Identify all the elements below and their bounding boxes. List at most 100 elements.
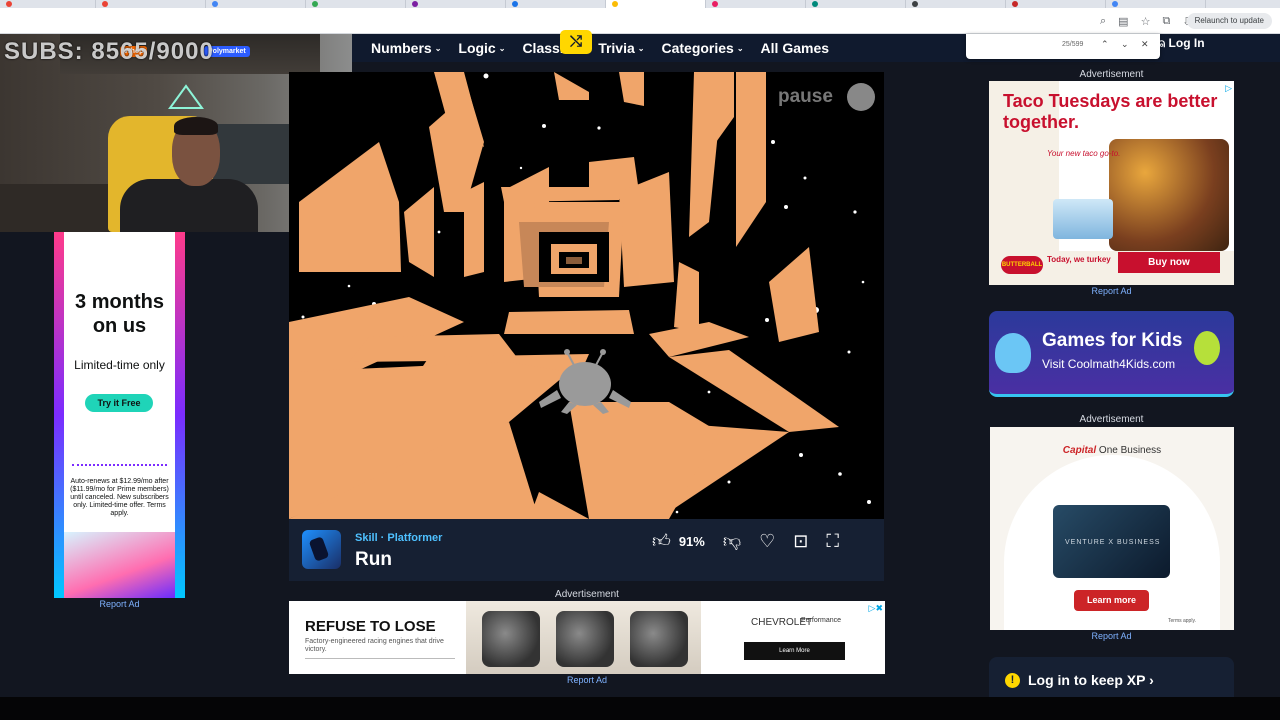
run-tunnel-scene xyxy=(289,72,884,519)
nav-label: Numbers xyxy=(371,40,432,56)
like-percentage: 91% xyxy=(678,533,705,549)
chevron-down-icon: ⌄ xyxy=(637,44,645,53)
reader-icon[interactable]: ▤ xyxy=(1118,15,1128,28)
ad-headline: 3 months on us xyxy=(75,291,164,337)
ad-fine-print: Auto-renews at $12.99/mo after ($11.99/m… xyxy=(70,478,169,517)
chevron-right-icon: › xyxy=(1149,672,1154,688)
keep-xp-text: Log in to keep XP › xyxy=(1028,672,1154,688)
game-title: Run xyxy=(355,549,392,570)
find-count: 25/599 xyxy=(1062,41,1084,48)
ad-headline: Taco Tuesdays are better together. xyxy=(1003,91,1218,132)
fullscreen-icon[interactable]: ⛶ xyxy=(826,531,839,552)
taco-photo xyxy=(1109,139,1229,251)
login-button[interactable]: ⍝ Log In xyxy=(1158,36,1205,51)
try-it-free-button[interactable]: Try it Free xyxy=(85,394,153,412)
terms-text: Terms apply. xyxy=(1168,618,1196,624)
chevron-down-icon: ⌄ xyxy=(736,44,744,53)
browser-tab[interactable] xyxy=(0,0,96,8)
shuffle-icon: ⤭ xyxy=(569,33,582,50)
report-ad-link[interactable]: Report Ad xyxy=(289,675,885,685)
adchoices-icon[interactable]: ▷ xyxy=(1225,83,1232,94)
thumbs-up-icon[interactable]: 👍︎ xyxy=(652,530,671,552)
learn-more-button[interactable]: Learn more xyxy=(1074,590,1149,611)
nav-label: Trivia xyxy=(598,40,635,56)
zoom-icon[interactable]: ⌕ xyxy=(1100,15,1106,28)
adchoices-icon[interactable]: ▷✖ xyxy=(869,603,883,614)
nav-trivia[interactable]: Trivia ⌄ xyxy=(598,40,644,56)
ad-divider xyxy=(305,658,455,662)
ad-label: Advertisement xyxy=(555,589,619,600)
find-next-button[interactable]: ⌄ xyxy=(1121,39,1129,50)
save-icon[interactable]: ⊡ xyxy=(793,531,808,552)
engine-image xyxy=(482,611,540,667)
capital-one-logo: Capital One Business xyxy=(990,445,1234,456)
nav-logic[interactable]: Logic ⌄ xyxy=(458,40,505,56)
browser-tab[interactable] xyxy=(96,0,206,8)
credit-card-image: VENTURE X BUSINESS xyxy=(1053,505,1170,578)
nav-label: Categories xyxy=(661,40,734,56)
ad-label: Advertisement xyxy=(1079,414,1144,425)
browser-tab[interactable] xyxy=(1106,0,1206,8)
ad-tagline: Today, we turkey xyxy=(1047,255,1111,264)
bookmark-star-icon[interactable]: ☆ xyxy=(1141,15,1151,28)
nav-categories[interactable]: Categories ⌄ xyxy=(661,40,743,56)
browser-tab[interactable] xyxy=(906,0,1006,8)
promo-headline: Games for Kids xyxy=(1042,330,1183,351)
report-ad-link[interactable]: Report Ad xyxy=(989,631,1234,641)
game-tags[interactable]: Skill · Platformer xyxy=(355,532,442,544)
thumbs-down-icon[interactable]: 👎︎ xyxy=(723,530,741,552)
logo-brand-suffix: One Business xyxy=(1098,445,1162,456)
nav-numbers[interactable]: Numbers ⌄ xyxy=(371,40,441,56)
capital-one-ad[interactable]: Capital One Business VENTURE X BUSINESS … xyxy=(990,427,1234,630)
pause-button[interactable] xyxy=(847,83,875,111)
engine-image xyxy=(630,611,688,667)
find-close-button[interactable]: ✕ xyxy=(1141,39,1149,50)
browser-tab[interactable] xyxy=(206,0,306,8)
buy-now-button[interactable]: Buy now xyxy=(1118,252,1220,273)
tunnel-depth xyxy=(539,232,609,282)
coolmath4kids-promo[interactable]: Games for Kids Visit Coolmath4Kids.com xyxy=(989,311,1234,397)
ad-headline: REFUSE TO LOSE xyxy=(305,618,436,635)
logo-brand: Capital xyxy=(1062,445,1097,456)
report-ad-link[interactable]: Report Ad xyxy=(54,599,185,609)
product-package xyxy=(1053,199,1113,239)
report-ad-link[interactable]: Report Ad xyxy=(989,286,1234,296)
relaunch-button[interactable]: Relaunch to update xyxy=(1186,13,1272,29)
learn-more-button[interactable]: Learn More xyxy=(744,642,845,660)
browser-tab[interactable] xyxy=(306,0,406,8)
butterball-ad[interactable]: Taco Tuesdays are better together. Your … xyxy=(989,81,1234,285)
octopus-mascot-icon xyxy=(995,333,1031,373)
ad-decor xyxy=(175,232,185,598)
streamer-hair xyxy=(174,117,218,135)
browser-tab[interactable] xyxy=(506,0,606,8)
card-name: VENTURE X BUSINESS xyxy=(1065,539,1161,546)
browser-tab[interactable] xyxy=(1006,0,1106,8)
game-info-bar: Skill · Platformer Run 👍︎ 91% 👎︎ ♡ ⊡ ⛶ xyxy=(289,519,884,581)
find-prev-button[interactable]: ⌃ xyxy=(1101,39,1109,50)
extensions-icon[interactable]: ⧉ xyxy=(1162,15,1170,28)
ad-divider xyxy=(72,464,167,466)
butterball-logo: BUTTERBALL xyxy=(1001,256,1043,274)
bottom-banner-ad[interactable]: REFUSE TO LOSE Factory-engineered racing… xyxy=(289,601,885,674)
game-thumbnail xyxy=(302,530,341,569)
login-keep-xp-bar[interactable]: ! Log in to keep XP › xyxy=(989,657,1234,697)
browser-tab[interactable] xyxy=(706,0,806,8)
ad-decor xyxy=(64,532,175,598)
performance-label: Performance xyxy=(801,617,842,624)
pause-label: pause xyxy=(778,86,833,107)
webcam-floor xyxy=(0,184,120,232)
browser-tab[interactable] xyxy=(406,0,506,8)
heart-icon[interactable]: ♡ xyxy=(759,531,775,552)
left-skyscraper-ad[interactable]: 3 months on us Limited-time only Try it … xyxy=(54,232,185,598)
game-canvas[interactable]: pause xyxy=(289,72,884,519)
random-game-button[interactable]: ⤭ xyxy=(560,30,592,54)
nav-all-games[interactable]: All Games xyxy=(761,40,829,56)
browser-tab-active[interactable] xyxy=(606,0,706,8)
alien-mascot-icon xyxy=(1194,331,1220,365)
neon-logo-icon xyxy=(168,84,204,109)
ad-subhead: Limited-time only xyxy=(74,358,165,372)
browser-tab[interactable] xyxy=(806,0,906,8)
find-in-page-bar: 25/599 ⌃ ⌄ ✕ xyxy=(966,34,1160,59)
nav-label: Logic xyxy=(458,40,496,56)
chevron-down-icon: ⌄ xyxy=(434,44,442,53)
